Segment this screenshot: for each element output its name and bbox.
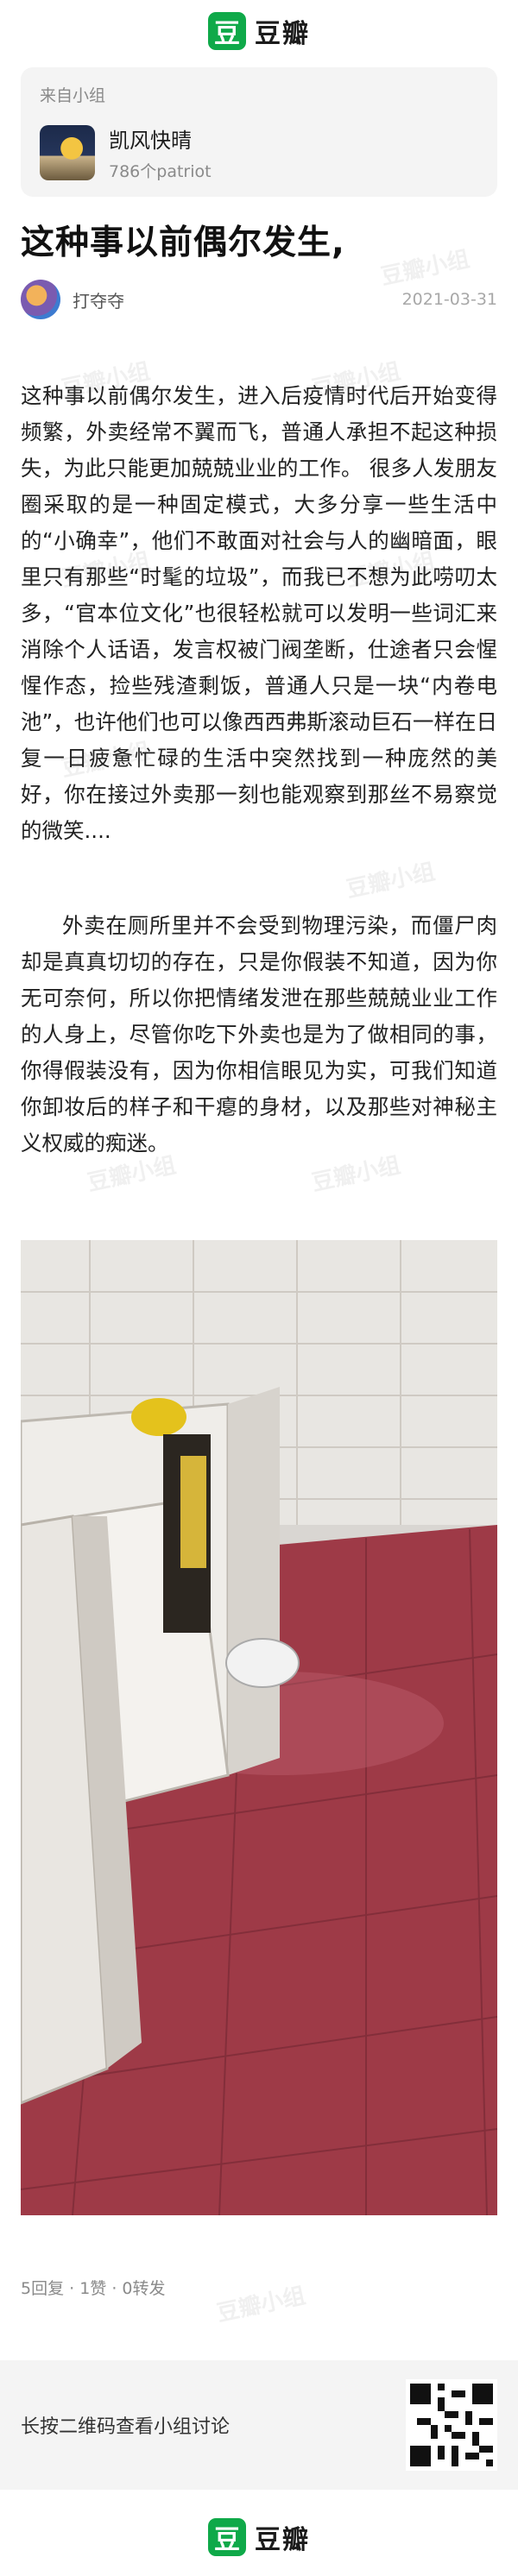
watermark: 豆瓣小组 (214, 2283, 308, 2327)
group-from-label: 来自小组 (40, 86, 106, 105)
post-photo[interactable] (21, 1240, 497, 2215)
qr-band: 长按二维码查看小组讨论 (0, 2360, 518, 2490)
author-row: 打夺夺 2021-03-31 (21, 278, 497, 321)
restroom-photo-image (21, 1240, 497, 2215)
watermark: 豆瓣小组 (344, 859, 438, 904)
author-avatar[interactable] (21, 280, 60, 319)
post-paragraph: 外卖在厕所里并不会受到物理污染，而僵尸肉却是真真切切的存在，只是你假装不知道，因… (21, 913, 497, 1156)
douban-logo-icon: 豆 (208, 12, 246, 50)
qr-code-icon[interactable] (406, 2379, 497, 2471)
author-name[interactable]: 打夺夺 (73, 287, 124, 312)
post-stats: 5回复 · 1赞 · 0转发 (21, 2279, 166, 2298)
post-paragraph: 这种事以前偶尔发生，进入后疫情时代后开始变得频繁，外卖经常不翼而飞，普通人承担不… (21, 383, 497, 843)
brand-name: 豆瓣 (255, 19, 310, 49)
qr-prompt: 长按二维码查看小组讨论 (21, 2416, 231, 2438)
group-member-count: 786个patriot (109, 162, 212, 181)
douban-logo-icon: 豆 (208, 2518, 246, 2556)
brand-header: 豆 豆瓣 (0, 0, 518, 62)
post-date: 2021-03-31 (401, 290, 497, 309)
group-text: 凯风快晴 786个patriot (109, 123, 212, 182)
post-title: 这种事以前偶尔发生, (21, 224, 345, 262)
group-info: 凯风快晴 786个patriot (40, 123, 478, 182)
group-card[interactable]: 来自小组 凯风快晴 786个patriot (21, 67, 497, 197)
group-name[interactable]: 凯风快晴 (109, 123, 212, 154)
group-avatar (40, 125, 95, 180)
footer-brand: 豆 豆瓣 (0, 2498, 518, 2576)
brand-name: 豆瓣 (255, 2525, 310, 2555)
